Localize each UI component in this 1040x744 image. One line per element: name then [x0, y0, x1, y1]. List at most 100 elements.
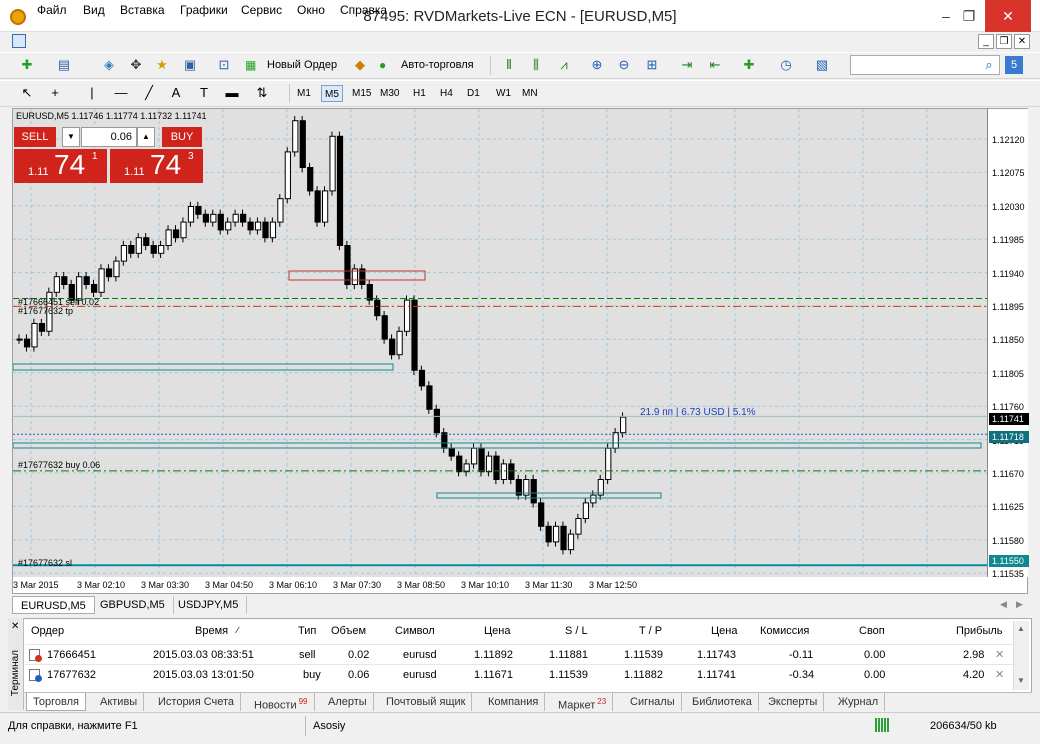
volume-up-button[interactable]: ▲ [137, 127, 155, 147]
tab-usdjpy[interactable]: USDJPY,M5 [170, 596, 248, 614]
col-commission[interactable]: Комиссия [760, 621, 809, 641]
periods-icon[interactable]: ◷ [777, 56, 795, 74]
scroll-up-icon[interactable]: ▲ [1017, 624, 1025, 633]
col-tp[interactable]: T / P [639, 621, 662, 641]
terminal-tab-item[interactable]: Эксперты [762, 693, 825, 711]
volume-input[interactable]: 0.06 [81, 127, 137, 147]
mdi-close-button[interactable]: ✕ [1014, 34, 1030, 49]
connection-icon[interactable] [875, 718, 889, 732]
menu-window[interactable]: Окно [297, 3, 325, 17]
timeframe-d1[interactable]: D1 [464, 85, 483, 102]
col-sl[interactable]: S / L [565, 621, 588, 641]
autoscroll-icon[interactable]: ⇥ [678, 56, 696, 74]
mdi-minimize-button[interactable]: _ [978, 34, 994, 49]
trendline-icon[interactable]: ╱ [140, 84, 158, 102]
mql5-icon[interactable]: 5 [1005, 56, 1023, 74]
templates-icon[interactable]: ▧ [813, 56, 831, 74]
terminal-tab-item[interactable]: Новости 99 [248, 693, 315, 712]
timeframe-m30[interactable]: M30 [377, 85, 402, 102]
col-time[interactable]: Время [195, 621, 228, 641]
tab-gbpusd[interactable]: GBPUSD,M5 [92, 596, 174, 614]
col-price[interactable]: Цена [484, 621, 510, 641]
strategy-tester-icon[interactable]: ⊡ [215, 56, 233, 74]
timeframe-w1[interactable]: W1 [493, 85, 514, 102]
col-order[interactable]: Ордер [31, 621, 64, 641]
navigator-icon[interactable]: ★ [153, 56, 171, 74]
table-row[interactable]: 17666451 2015.03.03 08:33:51 sell 0.02 e… [25, 644, 1015, 664]
buy-button[interactable]: BUY [162, 127, 202, 147]
col-current-price[interactable]: Цена [711, 621, 737, 641]
sell-price-button[interactable]: 1.11 74 1 [14, 149, 107, 183]
support-box[interactable] [13, 363, 394, 371]
menu-file[interactable]: Файл [37, 3, 67, 17]
data-window-icon[interactable]: ✥ [127, 56, 145, 74]
table-row[interactable]: 17677632 2015.03.03 13:01:50 buy 0.06 eu… [25, 664, 1015, 684]
terminal-tab-item[interactable]: Алерты [322, 693, 374, 711]
arrows-icon[interactable]: ⇅ [253, 84, 271, 102]
terminal-tab-item[interactable]: Библиотека [686, 693, 759, 711]
terminal-tab-item[interactable]: Почтовый ящик [380, 693, 473, 711]
rectangle-icon[interactable]: ▬ [223, 84, 241, 102]
col-profit[interactable]: Прибыль [956, 621, 1003, 641]
new-chart-icon[interactable]: ✚ [18, 56, 36, 74]
close-order-icon[interactable]: ✕ [995, 665, 1004, 685]
chart-shift-icon[interactable]: ⇤ [706, 56, 724, 74]
terminal-icon[interactable]: ▣ [181, 56, 199, 74]
timeframe-mn[interactable]: MN [519, 85, 541, 102]
support-box[interactable] [436, 492, 662, 499]
terminal-tab-item[interactable]: Компания [482, 693, 546, 711]
timeframe-m15[interactable]: M15 [349, 85, 374, 102]
mdi-restore-button[interactable]: ❐ [996, 34, 1012, 49]
buy-price-button[interactable]: 1.11 74 3 [110, 149, 203, 183]
zoom-in-icon[interactable]: ⊕ [588, 56, 606, 74]
col-volume[interactable]: Объем [331, 621, 366, 641]
crosshair-icon[interactable]: + [46, 84, 64, 102]
text-label-icon[interactable]: T [195, 84, 213, 102]
menu-charts[interactable]: Графики [180, 3, 228, 17]
tab-scroll-right-icon[interactable]: ▶ [1016, 599, 1023, 610]
line-chart-icon[interactable]: ⩘ [555, 56, 573, 74]
tile-windows-icon[interactable]: ⊞ [643, 56, 661, 74]
col-type[interactable]: Тип [298, 621, 316, 641]
terminal-tab-item[interactable]: Сигналы [624, 693, 682, 711]
close-button[interactable]: ✕ [985, 0, 1031, 32]
search-icon[interactable]: ⌕ [980, 56, 998, 74]
menu-tools[interactable]: Сервис [241, 3, 282, 17]
menu-view[interactable]: Вид [83, 3, 105, 17]
text-icon[interactable]: A [167, 84, 185, 102]
tab-scroll-left-icon[interactable]: ◀ [1000, 599, 1007, 610]
maximize-button[interactable]: ❐ [948, 0, 990, 32]
document-icon[interactable] [12, 34, 26, 48]
scroll-down-icon[interactable]: ▼ [1017, 676, 1025, 685]
terminal-tab-item[interactable]: Торговля [26, 693, 86, 711]
timeframe-h1[interactable]: H1 [410, 85, 429, 102]
new-order-button[interactable]: ▦ Новый Ордер [243, 56, 343, 76]
terminal-close-icon[interactable]: ✕ [11, 621, 19, 632]
tab-eurusd[interactable]: EURUSD,M5 [12, 596, 95, 614]
vertical-line-icon[interactable]: | [83, 84, 101, 102]
candlestick-chart-icon[interactable]: ⫼ [527, 56, 545, 74]
zoom-out-icon[interactable]: ⊖ [615, 56, 633, 74]
timeframe-m1[interactable]: M1 [294, 85, 314, 102]
search-input[interactable] [850, 55, 1000, 75]
indicators-icon[interactable]: ✚ [740, 56, 758, 74]
volume-down-button[interactable]: ▼ [62, 127, 80, 147]
terminal-tab-item[interactable]: Маркет 23 [552, 693, 614, 712]
terminal-tab-item[interactable]: Журнал [832, 693, 886, 711]
timeframe-m5[interactable]: M5 [321, 85, 343, 102]
timeframe-h4[interactable]: H4 [437, 85, 456, 102]
sell-button[interactable]: SELL [14, 127, 56, 147]
support-box[interactable] [13, 442, 982, 449]
profiles-icon[interactable]: ▤ [55, 56, 73, 74]
auto-trading-button[interactable]: ● Авто-торговля [377, 56, 482, 76]
market-watch-icon[interactable]: ◈ [100, 56, 118, 74]
bar-chart-icon[interactable]: ⫴ [500, 56, 518, 74]
col-symbol[interactable]: Символ [395, 621, 435, 641]
menu-insert[interactable]: Вставка [120, 3, 165, 17]
meta-editor-icon[interactable]: ◆ [351, 56, 369, 74]
horizontal-line-icon[interactable]: — [112, 84, 130, 102]
terminal-tab-item[interactable]: История Счета [152, 693, 242, 711]
cursor-icon[interactable]: ↖ [18, 84, 36, 102]
col-swap[interactable]: Своп [859, 621, 885, 641]
terminal-tab-item[interactable]: Активы [94, 693, 145, 711]
